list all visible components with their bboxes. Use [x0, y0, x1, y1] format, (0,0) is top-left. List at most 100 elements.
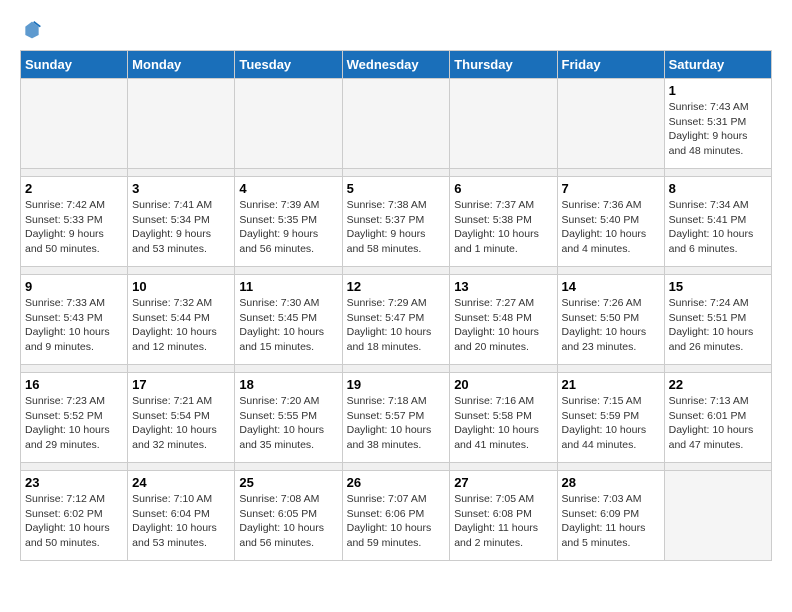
calendar-cell: 24 Sunrise: 7:10 AM Sunset: 6:04 PM Dayli… — [128, 471, 235, 561]
calendar-cell: 5 Sunrise: 7:38 AM Sunset: 5:37 PM Daylig… — [342, 177, 450, 267]
day-info: Sunrise: 7:15 AM Sunset: 5:59 PM Dayligh… — [562, 394, 660, 453]
day-number: 20 — [454, 377, 552, 392]
calendar-cell — [450, 79, 557, 169]
day-info: Sunrise: 7:20 AM Sunset: 5:55 PM Dayligh… — [239, 394, 337, 453]
calendar-cell — [664, 471, 771, 561]
calendar-cell — [342, 79, 450, 169]
day-info: Sunrise: 7:16 AM Sunset: 5:58 PM Dayligh… — [454, 394, 552, 453]
calendar-cell: 9 Sunrise: 7:33 AM Sunset: 5:43 PM Daylig… — [21, 275, 128, 365]
calendar-week-4: 16 Sunrise: 7:23 AM Sunset: 5:52 PM Dayli… — [21, 373, 772, 463]
calendar-cell: 12 Sunrise: 7:29 AM Sunset: 5:47 PM Dayli… — [342, 275, 450, 365]
calendar-cell: 28 Sunrise: 7:03 AM Sunset: 6:09 PM Dayli… — [557, 471, 664, 561]
day-info: Sunrise: 7:39 AM Sunset: 5:35 PM Dayligh… — [239, 198, 337, 257]
calendar-cell: 26 Sunrise: 7:07 AM Sunset: 6:06 PM Dayli… — [342, 471, 450, 561]
day-number: 21 — [562, 377, 660, 392]
day-number: 3 — [132, 181, 230, 196]
weekday-header-wednesday: Wednesday — [342, 51, 450, 79]
calendar-cell: 2 Sunrise: 7:42 AM Sunset: 5:33 PM Daylig… — [21, 177, 128, 267]
calendar-cell: 13 Sunrise: 7:27 AM Sunset: 5:48 PM Dayli… — [450, 275, 557, 365]
day-info: Sunrise: 7:08 AM Sunset: 6:05 PM Dayligh… — [239, 492, 337, 551]
weekday-header-monday: Monday — [128, 51, 235, 79]
logo-icon — [22, 20, 42, 40]
day-info: Sunrise: 7:33 AM Sunset: 5:43 PM Dayligh… — [25, 296, 123, 355]
day-number: 13 — [454, 279, 552, 294]
day-info: Sunrise: 7:07 AM Sunset: 6:06 PM Dayligh… — [347, 492, 446, 551]
day-number: 27 — [454, 475, 552, 490]
week-separator — [21, 463, 772, 471]
day-info: Sunrise: 7:05 AM Sunset: 6:08 PM Dayligh… — [454, 492, 552, 551]
calendar-cell — [557, 79, 664, 169]
calendar-cell: 23 Sunrise: 7:12 AM Sunset: 6:02 PM Dayli… — [21, 471, 128, 561]
weekday-header-tuesday: Tuesday — [235, 51, 342, 79]
calendar-cell: 27 Sunrise: 7:05 AM Sunset: 6:08 PM Dayli… — [450, 471, 557, 561]
calendar-cell: 18 Sunrise: 7:20 AM Sunset: 5:55 PM Dayli… — [235, 373, 342, 463]
day-number: 15 — [669, 279, 767, 294]
day-number: 18 — [239, 377, 337, 392]
day-number: 1 — [669, 83, 767, 98]
day-info: Sunrise: 7:43 AM Sunset: 5:31 PM Dayligh… — [669, 100, 767, 159]
calendar-cell: 8 Sunrise: 7:34 AM Sunset: 5:41 PM Daylig… — [664, 177, 771, 267]
day-info: Sunrise: 7:38 AM Sunset: 5:37 PM Dayligh… — [347, 198, 446, 257]
week-separator — [21, 267, 772, 275]
calendar-cell: 17 Sunrise: 7:21 AM Sunset: 5:54 PM Dayli… — [128, 373, 235, 463]
calendar-week-1: 1 Sunrise: 7:43 AM Sunset: 5:31 PM Daylig… — [21, 79, 772, 169]
day-number: 10 — [132, 279, 230, 294]
day-info: Sunrise: 7:24 AM Sunset: 5:51 PM Dayligh… — [669, 296, 767, 355]
calendar-cell: 6Sunrise: 7:37 AM Sunset: 5:38 PM Daylig… — [450, 177, 557, 267]
calendar-cell: 14Sunrise: 7:26 AM Sunset: 5:50 PM Dayli… — [557, 275, 664, 365]
calendar-cell — [21, 79, 128, 169]
day-info: Sunrise: 7:13 AM Sunset: 6:01 PM Dayligh… — [669, 394, 767, 453]
day-number: 26 — [347, 475, 446, 490]
logo — [20, 20, 42, 40]
day-number: 22 — [669, 377, 767, 392]
calendar-cell: 7Sunrise: 7:36 AM Sunset: 5:40 PM Daylig… — [557, 177, 664, 267]
day-number: 14 — [562, 279, 660, 294]
day-info: Sunrise: 7:21 AM Sunset: 5:54 PM Dayligh… — [132, 394, 230, 453]
day-number: 9 — [25, 279, 123, 294]
calendar-cell: 20 Sunrise: 7:16 AM Sunset: 5:58 PM Dayli… — [450, 373, 557, 463]
day-number: 8 — [669, 181, 767, 196]
calendar-cell — [128, 79, 235, 169]
day-info: Sunrise: 7:41 AM Sunset: 5:34 PM Dayligh… — [132, 198, 230, 257]
day-number: 17 — [132, 377, 230, 392]
day-number: 2 — [25, 181, 123, 196]
day-info: Sunrise: 7:10 AM Sunset: 6:04 PM Dayligh… — [132, 492, 230, 551]
calendar-cell: 1 Sunrise: 7:43 AM Sunset: 5:31 PM Daylig… — [664, 79, 771, 169]
calendar-cell: 19Sunrise: 7:18 AM Sunset: 5:57 PM Dayli… — [342, 373, 450, 463]
calendar-table: SundayMondayTuesdayWednesdayThursdayFrid… — [20, 50, 772, 561]
calendar-cell: 3 Sunrise: 7:41 AM Sunset: 5:34 PM Daylig… — [128, 177, 235, 267]
day-info: Sunrise: 7:12 AM Sunset: 6:02 PM Dayligh… — [25, 492, 123, 551]
calendar-cell: 16 Sunrise: 7:23 AM Sunset: 5:52 PM Dayli… — [21, 373, 128, 463]
day-info: Sunrise: 7:23 AM Sunset: 5:52 PM Dayligh… — [25, 394, 123, 453]
day-number: 24 — [132, 475, 230, 490]
day-info: Sunrise: 7:32 AM Sunset: 5:44 PM Dayligh… — [132, 296, 230, 355]
calendar-cell: 22 Sunrise: 7:13 AM Sunset: 6:01 PM Dayli… — [664, 373, 771, 463]
day-info: Sunrise: 7:34 AM Sunset: 5:41 PM Dayligh… — [669, 198, 767, 257]
weekday-header-saturday: Saturday — [664, 51, 771, 79]
page-header — [20, 20, 772, 40]
day-number: 5 — [347, 181, 446, 196]
week-separator — [21, 365, 772, 373]
day-number: 16 — [25, 377, 123, 392]
calendar-week-2: 2 Sunrise: 7:42 AM Sunset: 5:33 PM Daylig… — [21, 177, 772, 267]
calendar-week-5: 23 Sunrise: 7:12 AM Sunset: 6:02 PM Dayli… — [21, 471, 772, 561]
calendar-cell: 11Sunrise: 7:30 AM Sunset: 5:45 PM Dayli… — [235, 275, 342, 365]
day-info: Sunrise: 7:03 AM Sunset: 6:09 PM Dayligh… — [562, 492, 660, 551]
week-separator — [21, 169, 772, 177]
weekday-header-row: SundayMondayTuesdayWednesdayThursdayFrid… — [21, 51, 772, 79]
day-number: 7 — [562, 181, 660, 196]
day-info: Sunrise: 7:27 AM Sunset: 5:48 PM Dayligh… — [454, 296, 552, 355]
day-info: Sunrise: 7:29 AM Sunset: 5:47 PM Dayligh… — [347, 296, 446, 355]
day-number: 23 — [25, 475, 123, 490]
day-number: 12 — [347, 279, 446, 294]
day-number: 25 — [239, 475, 337, 490]
day-number: 6 — [454, 181, 552, 196]
weekday-header-friday: Friday — [557, 51, 664, 79]
calendar-cell: 15 Sunrise: 7:24 AM Sunset: 5:51 PM Dayli… — [664, 275, 771, 365]
calendar-week-3: 9 Sunrise: 7:33 AM Sunset: 5:43 PM Daylig… — [21, 275, 772, 365]
day-number: 4 — [239, 181, 337, 196]
day-number: 28 — [562, 475, 660, 490]
calendar-cell — [235, 79, 342, 169]
calendar-cell: 10 Sunrise: 7:32 AM Sunset: 5:44 PM Dayli… — [128, 275, 235, 365]
day-info: Sunrise: 7:42 AM Sunset: 5:33 PM Dayligh… — [25, 198, 123, 257]
